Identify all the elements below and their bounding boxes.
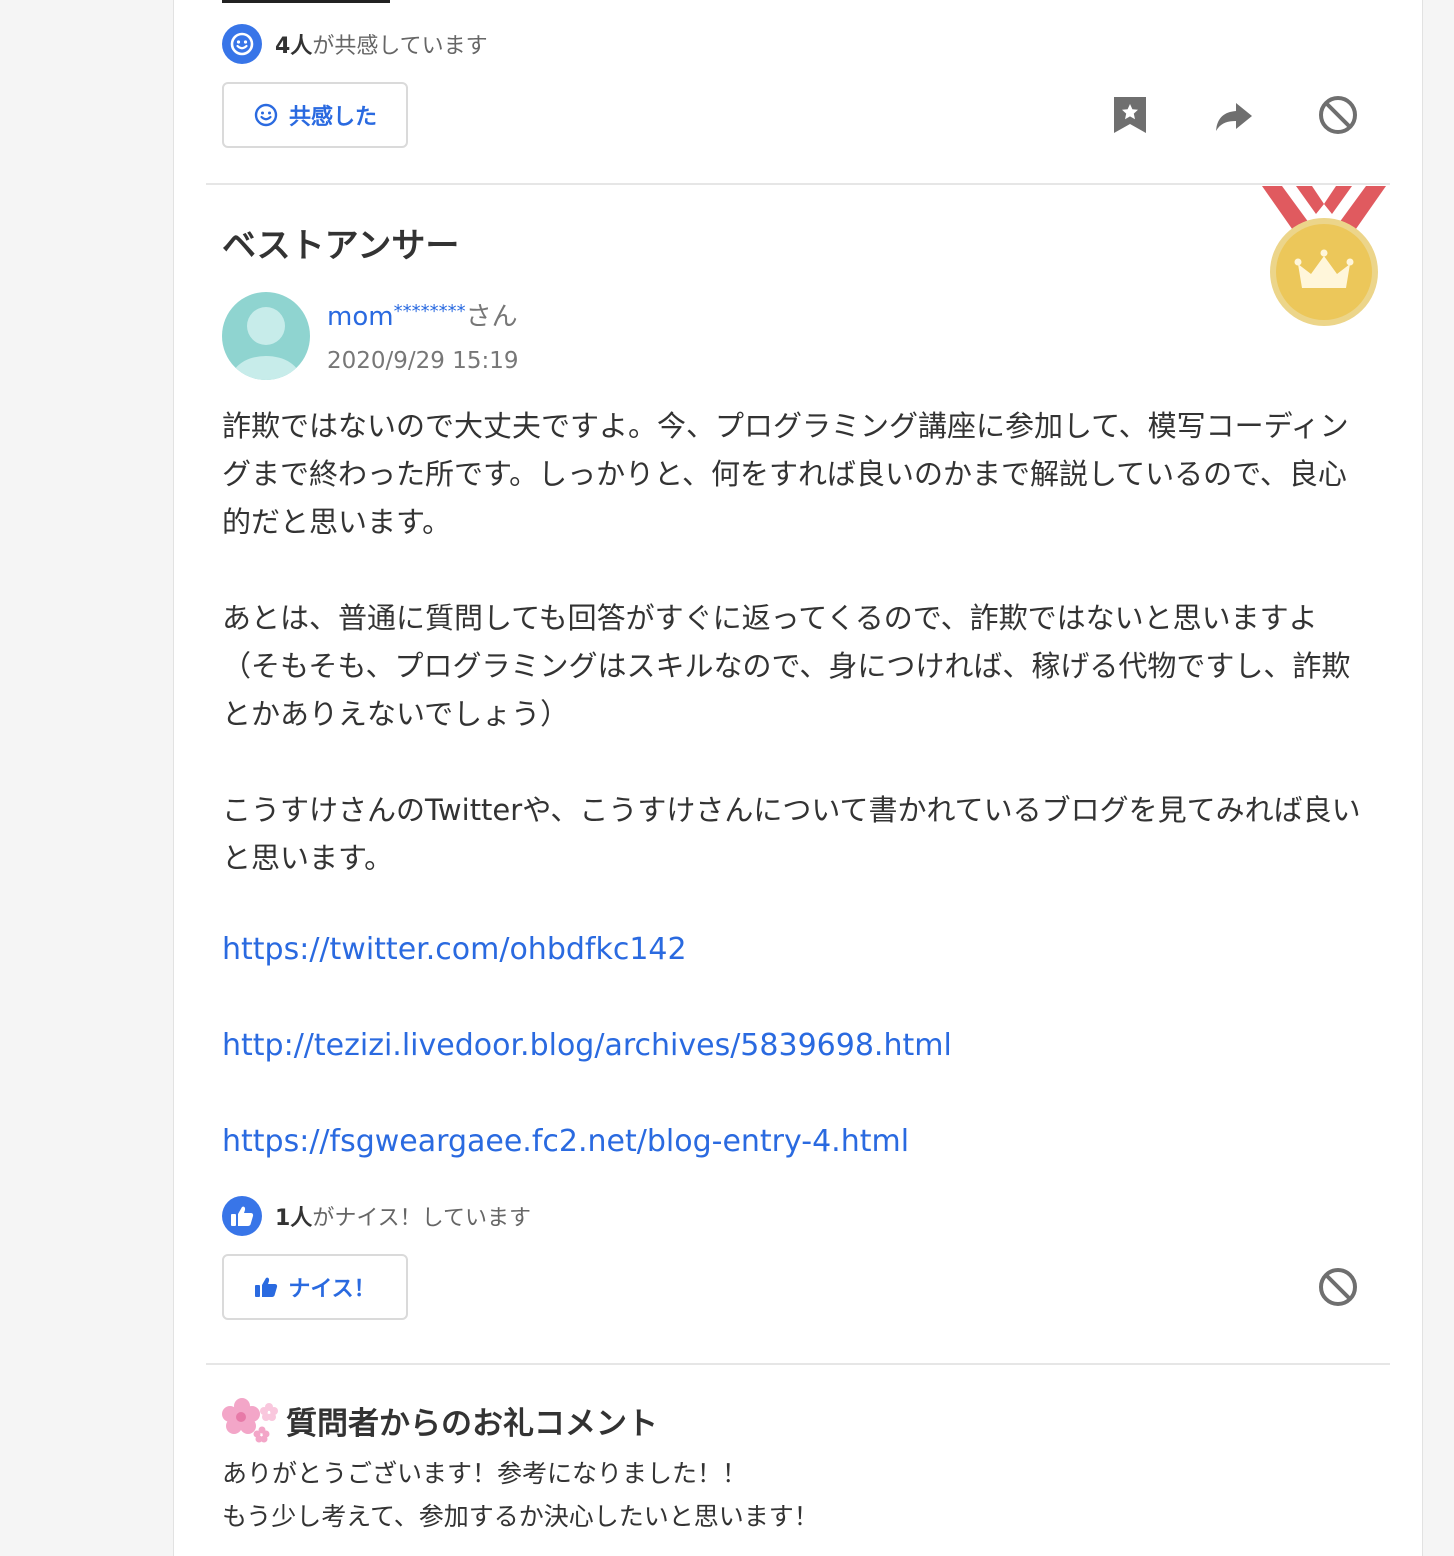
answerer-name-link[interactable]: mom********さん <box>327 296 518 333</box>
answer-link[interactable]: http://tezizi.livedoor.blog/archives/583… <box>222 1028 952 1063</box>
thanks-title: 質問者からのお礼コメント <box>286 1406 658 1442</box>
empathy-button[interactable]: 共感した <box>222 82 408 148</box>
answerer-suffix: さん <box>465 302 518 332</box>
smile-icon <box>222 24 262 64</box>
empathy-button-label: 共感した <box>288 105 377 130</box>
thanks-body: ありがとうございます！参考になりました！！ もう少し考えて、参加するか決心したい… <box>222 1452 819 1538</box>
bookmark-star-icon[interactable] <box>1107 92 1153 138</box>
answer-card: 4人が共感しています 共感した ベストアンサー mom********さん 20… <box>173 0 1423 1556</box>
nice-count: 1人 <box>275 1206 313 1231</box>
answerer-mask: ******** <box>393 301 466 322</box>
share-arrow-icon[interactable] <box>1211 94 1257 140</box>
thanks-line: ありがとうございます！参考になりました！！ <box>222 1459 748 1488</box>
empathy-suffix: が共感しています <box>312 34 488 59</box>
nice-suffix: がナイス！しています <box>312 1206 531 1231</box>
answerer-name: mom <box>327 302 394 332</box>
avatar[interactable] <box>222 292 310 380</box>
answer-paragraph: あとは、普通に質問しても回答がすぐに返ってくるので、詐欺ではないと思いますよ（そ… <box>222 601 1351 731</box>
top-rule <box>222 0 390 3</box>
thumbs-up-icon <box>222 1196 262 1236</box>
divider <box>206 1363 1390 1365</box>
answer-date: 2020/9/29 15:19 <box>327 348 519 374</box>
divider <box>206 183 1390 185</box>
sakura-icon <box>220 1396 280 1448</box>
block-icon[interactable] <box>1315 1264 1361 1310</box>
best-answer-title: ベストアンサー <box>222 226 460 266</box>
smile-icon <box>254 103 278 127</box>
empathy-count: 4人 <box>275 34 313 59</box>
nice-count-text: 1人がナイス！しています <box>275 1200 531 1232</box>
block-icon[interactable] <box>1315 92 1361 138</box>
answer-body: 詐欺ではないので大丈夫ですよ。今、プログラミング講座に参加して、模写コーディング… <box>222 402 1372 882</box>
answer-paragraph: こうすけさんのTwitterや、こうすけさんについて書かれているブログを見てみれ… <box>222 793 1361 875</box>
answer-link[interactable]: https://fsgweargaee.fc2.net/blog-entry-4… <box>222 1124 909 1159</box>
thumbs-up-icon <box>255 1277 278 1297</box>
answer-paragraph: 詐欺ではないので大丈夫ですよ。今、プログラミング講座に参加して、模写コーディング… <box>222 409 1349 539</box>
nice-button[interactable]: ナイス！ <box>222 1254 408 1320</box>
thanks-line: もう少し考えて、参加するか決心したいと思います！ <box>222 1502 819 1531</box>
empathy-count-row: 4人が共感しています <box>222 24 488 64</box>
empathy-count-text: 4人が共感しています <box>275 28 488 60</box>
medal-icon <box>1258 186 1390 330</box>
nice-button-label: ナイス！ <box>288 1277 376 1302</box>
answer-link[interactable]: https://twitter.com/ohbdfkc142 <box>222 932 687 967</box>
nice-count-row: 1人がナイス！しています <box>222 1196 531 1236</box>
